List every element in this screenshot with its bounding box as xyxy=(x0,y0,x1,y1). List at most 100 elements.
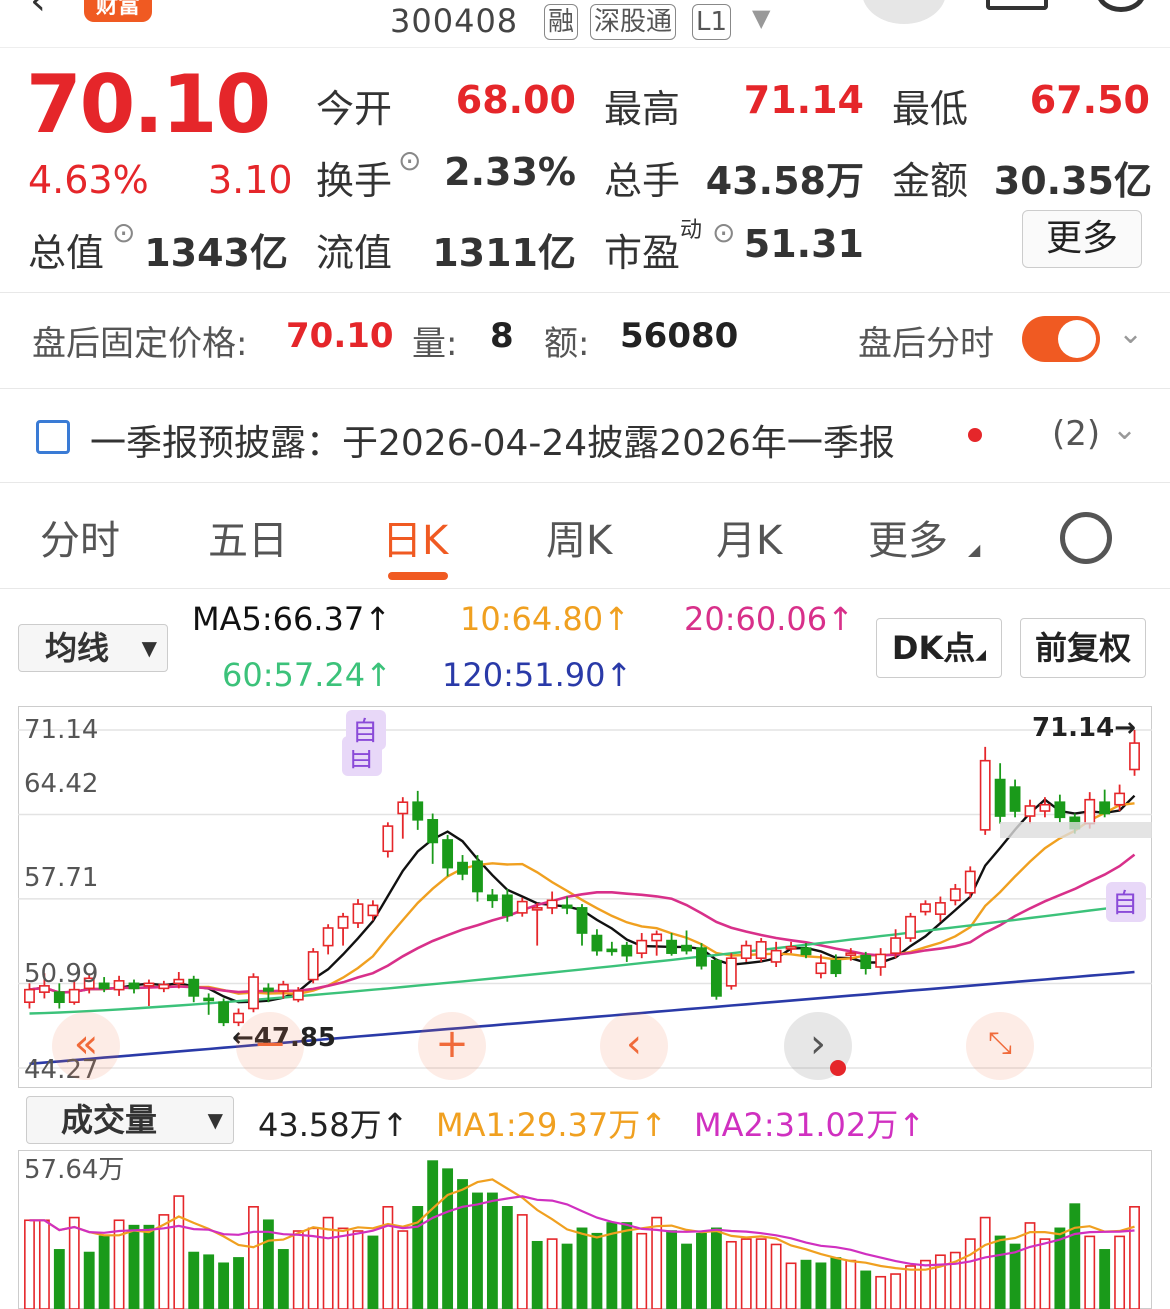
candle xyxy=(472,860,483,893)
volume-bar xyxy=(770,1243,782,1309)
candle xyxy=(233,1012,244,1024)
back-icon[interactable]: ‹ xyxy=(30,0,46,24)
volume-bar xyxy=(696,1232,707,1309)
candle xyxy=(964,870,976,894)
more-button[interactable]: 更多 xyxy=(1022,210,1142,268)
candle xyxy=(203,997,215,1002)
low-label: 最低 xyxy=(892,87,969,131)
self-tag[interactable]: 自 xyxy=(352,717,378,747)
notice-text[interactable]: 一季报预披露：于2026-04-24披露2026年一季报 xyxy=(90,414,895,466)
toggle-knob xyxy=(1058,320,1096,358)
volume-bar xyxy=(397,1230,409,1309)
volume-bar xyxy=(38,1219,50,1309)
tab-monthly-k[interactable]: 月K xyxy=(716,508,782,566)
candle xyxy=(457,861,468,875)
tab-weekly-k[interactable]: 周K xyxy=(546,508,612,566)
dk-point-button[interactable]: DK点◢ xyxy=(876,618,1002,678)
y-tick-label: 71.14 xyxy=(24,715,98,745)
indicator-dropdown[interactable]: 均线 ▼ xyxy=(18,624,168,672)
candle xyxy=(337,915,349,929)
search-icon[interactable] xyxy=(1096,0,1146,12)
volume-bar xyxy=(591,1232,603,1309)
notice-count[interactable]: (2) xyxy=(1052,414,1100,454)
candle xyxy=(367,904,379,917)
float-cap-label: 流值 xyxy=(316,231,393,275)
volume-bar xyxy=(979,1216,991,1309)
divider xyxy=(0,388,1170,389)
tab-daily-k[interactable]: 日K xyxy=(382,508,448,566)
caret-down-icon: ▼ xyxy=(207,1108,223,1132)
volume-bar xyxy=(576,1227,588,1309)
candle xyxy=(905,915,916,939)
chevron-left-icon[interactable]: ‹ xyxy=(600,1012,668,1080)
volume-indicator-dropdown[interactable]: 成交量 ▼ xyxy=(26,1096,234,1144)
volume-bar xyxy=(188,1251,200,1309)
volume-bar xyxy=(830,1257,842,1309)
candle xyxy=(24,988,35,1004)
high-label: 最高 xyxy=(604,87,681,131)
zoom-out-icon[interactable]: « xyxy=(52,1012,120,1080)
volume-bar xyxy=(531,1240,543,1309)
candle xyxy=(800,947,812,956)
info-icon[interactable]: ⊙ xyxy=(712,216,735,249)
after-hours-amount-label: 额: xyxy=(544,324,590,364)
tab-underline xyxy=(388,572,448,580)
gear-icon[interactable] xyxy=(1060,512,1112,564)
candle xyxy=(68,988,80,1004)
volume-bar xyxy=(143,1224,155,1309)
volume-ma1: MA1:29.37万↑ xyxy=(436,1106,668,1144)
volume-bar xyxy=(546,1238,558,1309)
candle xyxy=(815,962,827,975)
crosshair-icon[interactable]: + xyxy=(418,1012,486,1080)
volume-bar xyxy=(277,1249,289,1309)
y-tick-label: 57.71 xyxy=(24,863,98,893)
fullscreen-icon[interactable]: ⤡ xyxy=(966,1012,1034,1080)
volume-bar xyxy=(203,1254,215,1309)
volume-bar xyxy=(24,1219,35,1309)
self-tag[interactable]: 自 xyxy=(1112,889,1138,919)
ma5-value: MA5:66.37↑ xyxy=(192,600,392,638)
volume-bar xyxy=(994,1235,1006,1309)
volume-bar xyxy=(337,1227,349,1309)
tab-more[interactable]: 更多 xyxy=(868,508,948,566)
candle xyxy=(1054,801,1066,819)
dk-point-label: DK点 xyxy=(891,629,976,667)
divider xyxy=(0,292,1170,293)
portfolio-icon[interactable] xyxy=(986,0,1048,10)
chevron-down-icon[interactable]: ⌄ xyxy=(1118,316,1143,351)
volume-bar xyxy=(68,1216,80,1309)
pe-value: 51.31 xyxy=(743,222,864,266)
volume-bar xyxy=(457,1179,468,1309)
volume-max-label: 57.64万 xyxy=(24,1155,124,1185)
volume-bar xyxy=(501,1206,513,1309)
volume-value: 43.58万 xyxy=(705,159,864,203)
info-icon[interactable]: ⊙ xyxy=(398,144,421,177)
pe-label: 市盈 xyxy=(604,231,681,275)
avatar[interactable] xyxy=(862,0,946,24)
candle xyxy=(994,778,1006,817)
caret-down-icon[interactable]: ▼ xyxy=(752,4,770,32)
minus-icon[interactable]: − xyxy=(236,1012,304,1080)
y-tick-label: 64.42 xyxy=(24,769,98,799)
volume-bar xyxy=(516,1214,528,1309)
amount-value: 30.35亿 xyxy=(993,159,1152,203)
volume-value: 43.58万↑ xyxy=(258,1106,409,1144)
tab-timeshare[interactable]: 分时 xyxy=(40,508,120,566)
float-cap-value: 1311亿 xyxy=(432,231,576,275)
volume-bar xyxy=(920,1259,931,1309)
after-hours-toggle[interactable] xyxy=(1022,316,1100,362)
wealth-badge[interactable]: 财富 xyxy=(84,0,153,22)
candle xyxy=(710,959,722,997)
unread-dot xyxy=(968,428,982,442)
divider xyxy=(0,588,1170,589)
candle xyxy=(681,944,692,952)
chevron-down-icon[interactable]: ⌄ xyxy=(1112,412,1137,447)
volume-chart[interactable]: 57.64万 xyxy=(18,1150,1152,1309)
volume-bar xyxy=(875,1275,887,1309)
amount-label: 金额 xyxy=(892,159,969,203)
ma10-value: 10:64.80↑ xyxy=(460,600,630,638)
tab-five-day[interactable]: 五日 xyxy=(208,508,288,566)
forward-adjust-button[interactable]: 前复权 xyxy=(1020,618,1146,678)
candle xyxy=(1009,786,1021,812)
support-band xyxy=(1000,822,1152,838)
